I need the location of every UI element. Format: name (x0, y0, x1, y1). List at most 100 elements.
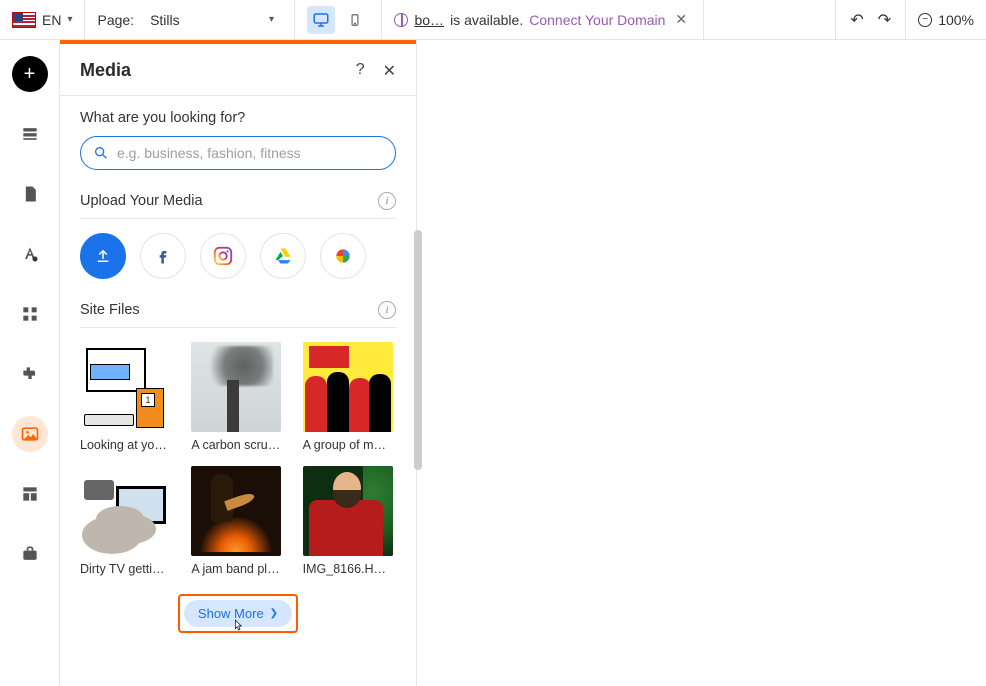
file-caption: A jam band pl… (191, 562, 281, 576)
file-tile: A carbon scru… (191, 342, 284, 452)
panel-scrollbar[interactable] (414, 230, 422, 470)
connect-domain-link[interactable]: Connect Your Domain (529, 12, 665, 28)
editor-canvas[interactable] (416, 40, 986, 686)
flag-us-icon (12, 12, 36, 28)
close-icon[interactable]: ✕ (671, 11, 691, 28)
file-thumbnail[interactable] (191, 342, 281, 432)
site-files-section-header: Site Files i (80, 301, 396, 328)
page-icon (20, 184, 40, 204)
page-selector-group: Page: Stills ▾ (85, 0, 295, 39)
upload-section-header: Upload Your Media i (80, 192, 396, 219)
file-thumbnail[interactable] (80, 466, 170, 556)
show-more-label: Show More (198, 606, 264, 621)
upload-sources-row (80, 233, 396, 279)
design-button[interactable] (12, 236, 48, 272)
device-preview-group (295, 0, 382, 39)
chevron-right-icon: ❯ (270, 608, 278, 619)
media-panel: Media ? ✕ What are you looking for? Uplo… (60, 40, 416, 686)
language-selector[interactable]: EN ▾ (0, 0, 85, 39)
info-icon[interactable]: i (378, 301, 396, 319)
site-files-title: Site Files (80, 302, 140, 318)
briefcase-icon (20, 544, 40, 564)
mobile-icon (348, 11, 362, 29)
instagram-icon (212, 245, 234, 267)
panel-title: Media (80, 60, 131, 81)
file-tile: Dirty TV getti… (80, 466, 173, 576)
globe-icon (394, 13, 408, 27)
zoom-control[interactable]: − 100% (905, 0, 986, 39)
domain-banner: bo… is available. Connect Your Domain ✕ (382, 0, 704, 39)
file-thumbnail[interactable] (80, 342, 170, 432)
highlight-frame: Show More ❯ (178, 594, 298, 633)
puzzle-icon (20, 364, 40, 384)
upload-from-instagram-button[interactable] (200, 233, 246, 279)
media-button[interactable] (12, 416, 48, 452)
layout-button[interactable] (12, 476, 48, 512)
info-icon[interactable]: i (378, 192, 396, 210)
undo-button[interactable]: ↶ (850, 10, 863, 30)
show-more-button[interactable]: Show More ❯ (184, 600, 292, 627)
upload-section-title: Upload Your Media (80, 193, 203, 209)
toolbar-spacer (704, 0, 835, 39)
file-caption: Dirty TV getti… (80, 562, 170, 576)
panel-header: Media ? ✕ (60, 40, 416, 96)
file-tile: IMG_8166.HEIC (303, 466, 396, 576)
facebook-icon (153, 246, 173, 266)
search-input[interactable] (117, 145, 383, 161)
pages-button[interactable] (12, 176, 48, 212)
upload-icon (94, 247, 112, 265)
mobile-preview-button[interactable] (341, 6, 369, 34)
apps-button[interactable] (12, 296, 48, 332)
desktop-preview-button[interactable] (307, 6, 335, 34)
zoom-out-icon: − (918, 13, 932, 27)
file-tile: A jam band pl… (191, 466, 284, 576)
close-panel-button[interactable]: ✕ (383, 61, 396, 81)
image-icon (20, 424, 40, 444)
file-caption: IMG_8166.HEIC (303, 562, 393, 576)
layout-icon (20, 484, 40, 504)
left-rail: + (0, 40, 60, 686)
domain-name[interactable]: bo… (414, 12, 444, 28)
file-thumbnail[interactable] (191, 466, 281, 556)
file-caption: Looking at yo… (80, 438, 170, 452)
chevron-down-icon: ▾ (269, 14, 274, 25)
google-drive-icon (273, 246, 293, 266)
upload-from-google-drive-button[interactable] (260, 233, 306, 279)
main-area: + Media ? (0, 40, 986, 686)
file-thumbnail[interactable] (303, 466, 393, 556)
search-label: What are you looking for? (80, 110, 396, 126)
file-caption: A carbon scru… (191, 438, 281, 452)
page-label: Page: (97, 12, 134, 28)
widgets-button[interactable] (12, 356, 48, 392)
sections-icon (20, 124, 40, 144)
page-dropdown[interactable]: Stills ▾ (142, 8, 282, 32)
undo-redo-group: ↶ ↷ (835, 0, 905, 39)
page-dropdown-value: Stills (150, 12, 180, 28)
upload-from-device-button[interactable] (80, 233, 126, 279)
top-toolbar: EN ▾ Page: Stills ▾ bo… is available. Co… (0, 0, 986, 40)
redo-button[interactable]: ↷ (878, 10, 891, 30)
google-photos-icon (333, 246, 353, 266)
search-field[interactable] (80, 136, 396, 170)
search-icon (93, 145, 109, 161)
panel-accent-bar (60, 40, 416, 44)
show-more-row: Show More ❯ (80, 594, 396, 633)
file-tile: A group of m… (303, 342, 396, 452)
business-button[interactable] (12, 536, 48, 572)
desktop-icon (312, 11, 330, 29)
domain-status-text: is available. (450, 12, 523, 28)
file-caption: A group of m… (303, 438, 393, 452)
panel-body: What are you looking for? Upload Your Me… (60, 96, 416, 653)
language-code: EN (42, 12, 61, 28)
font-color-icon (20, 244, 40, 264)
sections-button[interactable] (12, 116, 48, 152)
add-element-button[interactable]: + (12, 56, 48, 92)
file-thumbnail[interactable] (303, 342, 393, 432)
grid-icon (20, 304, 40, 324)
upload-from-facebook-button[interactable] (140, 233, 186, 279)
file-tile: Looking at yo… (80, 342, 173, 452)
help-button[interactable]: ? (356, 61, 365, 81)
chevron-down-icon: ▾ (67, 14, 72, 25)
upload-from-google-photos-button[interactable] (320, 233, 366, 279)
site-files-grid: Looking at yo… A carbon scru… A group of… (80, 342, 396, 576)
